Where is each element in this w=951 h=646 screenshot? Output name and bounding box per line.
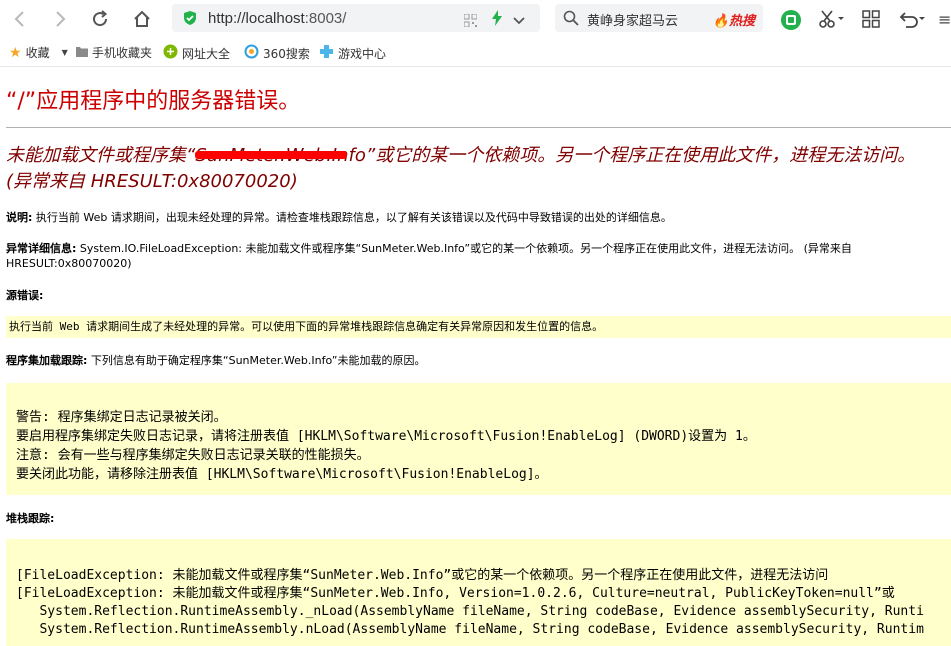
stack-trace-heading: 堆栈跟踪: — [6, 512, 55, 525]
lightning-icon[interactable] — [490, 10, 504, 30]
qr-code-icon[interactable] — [463, 12, 478, 31]
chevron-down-icon[interactable] — [512, 12, 526, 31]
extension-icon[interactable] — [780, 9, 802, 35]
globe-icon — [163, 44, 178, 62]
divider — [6, 127, 951, 128]
stack-line: System.Reflection.RuntimeAssembly._nLoad… — [16, 604, 924, 619]
star-icon: ★ — [9, 44, 22, 61]
log-line: 警告: 程序集绑定日志记录被关闭。 — [16, 410, 227, 425]
360-search-icon — [244, 44, 259, 62]
scissors-icon[interactable] — [818, 9, 844, 33]
bookmarks-bar: ★ 收藏 ▼ 手机收藏夹 网址大全 360搜索 游戏中心 — [0, 38, 951, 67]
browser-toolbar: http://localhost:8003/ 黄峥身家超马云 🔥热搜 ≡ — [0, 0, 951, 38]
game-icon — [319, 44, 334, 62]
more-icon[interactable]: ≡ — [938, 10, 951, 29]
fire-icon: 🔥 — [712, 14, 729, 29]
undo-icon[interactable] — [898, 9, 926, 33]
log-line: 注意: 会有一些与程序集绑定失败日志记录关联的性能损失。 — [16, 448, 370, 463]
page-title: “/”应用程序中的服务器错误。 — [6, 89, 301, 114]
bookmark-favorites[interactable]: ★ 收藏 ▼ — [9, 44, 68, 61]
back-icon[interactable] — [10, 9, 30, 29]
description-label: 说明: — [6, 211, 33, 224]
search-query[interactable]: 黄峥身家超马云 — [587, 10, 678, 29]
exception-details: 异常详细信息: System.IO.FileLoadException: 未能加… — [6, 242, 852, 270]
source-error-text: 执行当前 Web 请求期间生成了未经处理的异常。可以使用下面的异常堆栈跟踪信息确… — [9, 320, 604, 333]
bookmark-directory[interactable]: 网址大全 — [163, 44, 230, 62]
url-text[interactable]: http://localhost:8003/ — [208, 10, 346, 27]
source-error-box: 执行当前 Web 请求期间生成了未经处理的异常。可以使用下面的异常堆栈跟踪信息确… — [6, 316, 951, 338]
refresh-icon[interactable] — [90, 9, 110, 29]
assembly-log-box: 警告: 程序集绑定日志记录被关闭。 要启用程序集绑定失败日志记录，请将注册表值 … — [6, 383, 951, 495]
grid-apps-icon[interactable] — [862, 10, 880, 32]
address-bar[interactable]: http://localhost:8003/ — [172, 4, 540, 32]
search-icon[interactable] — [563, 10, 579, 30]
home-icon[interactable] — [132, 9, 152, 29]
description: 说明: 执行当前 Web 请求期间，出现未经处理的异常。请检查堆栈跟踪信息，以了… — [6, 211, 672, 224]
error-page: “/”应用程序中的服务器错误。 未能加载文件或程序集“SunMeter.Web.… — [0, 67, 951, 646]
secure-shield-icon — [182, 10, 198, 30]
bookmark-360-search[interactable]: 360搜索 — [244, 44, 310, 62]
forward-icon[interactable] — [50, 9, 70, 29]
stack-line: [FileLoadException: 未能加载文件或程序集“SunMeter.… — [16, 586, 895, 601]
bookmark-games[interactable]: 游戏中心 — [319, 44, 386, 62]
assembly-trace: 程序集加载跟踪: 下列信息有助于确定程序集“SunMeter.Web.Info”… — [6, 354, 426, 367]
log-line: 要关闭此功能，请移除注册表值 [HKLM\Software\Microsoft\… — [16, 467, 548, 482]
stack-trace-box: [FileLoadException: 未能加载文件或程序集“SunMeter.… — [6, 539, 951, 646]
stack-line: [FileLoadException: 未能加载文件或程序集“SunMeter.… — [16, 568, 829, 583]
exception-label: 异常详细信息: — [6, 242, 77, 255]
bookmark-mobile[interactable]: 手机收藏夹 — [76, 44, 152, 61]
folder-icon — [76, 46, 88, 60]
caret-down-icon: ▼ — [61, 48, 68, 57]
stack-line: System.Reflection.RuntimeAssembly.nLoad(… — [16, 622, 924, 637]
log-line: 要启用程序集绑定失败日志记录，请将注册表值 [HKLM\Software\Mic… — [16, 429, 756, 444]
hot-search-badge[interactable]: 🔥热搜 — [713, 10, 755, 29]
source-error-heading: 源错误: — [6, 289, 44, 302]
error-subtitle: 未能加载文件或程序集“SunMeter.Web.Info”或它的某一个依赖项。另… — [6, 143, 916, 192]
assembly-trace-label: 程序集加载跟踪: — [6, 354, 88, 367]
redaction-mark: SunMeter.Web.In — [195, 143, 349, 169]
search-box[interactable]: 黄峥身家超马云 🔥热搜 — [555, 4, 763, 32]
